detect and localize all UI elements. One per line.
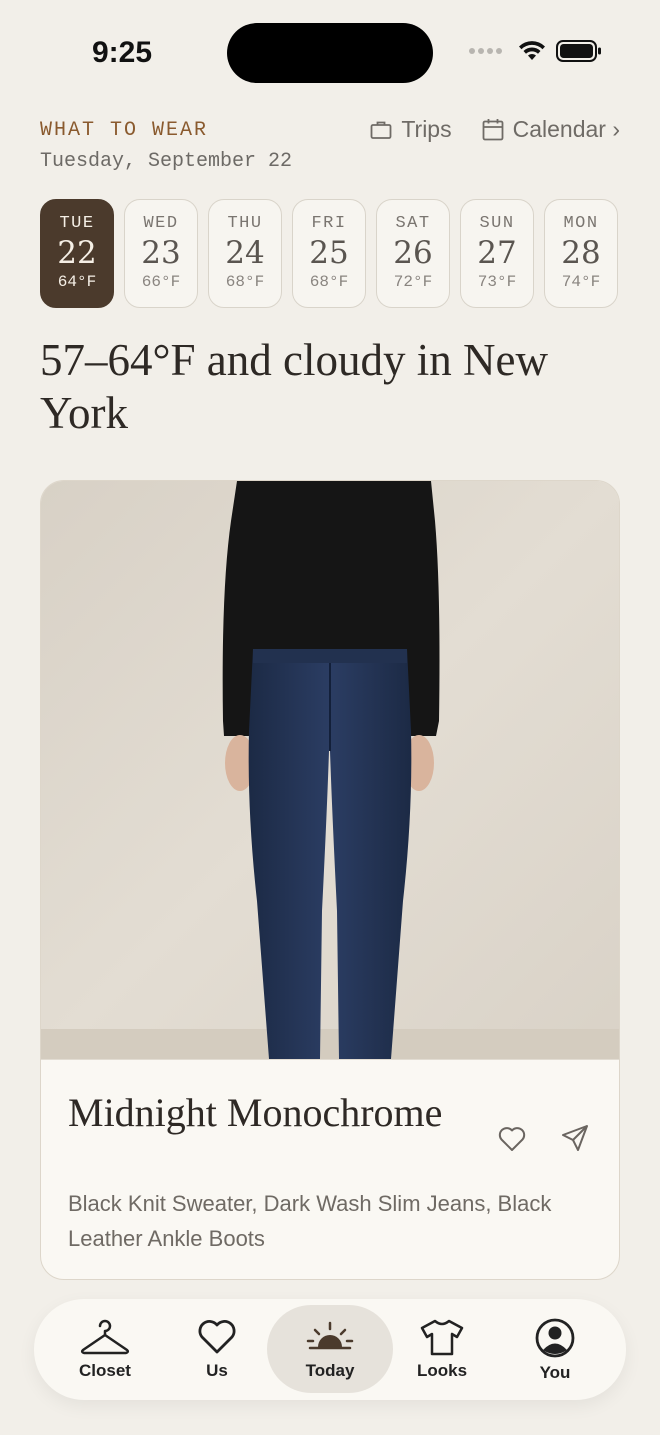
status-icons [469,40,602,62]
cellular-signal-icon [469,48,502,54]
day-chip-tue[interactable]: TUE 22 64°F [40,199,114,308]
weather-headline: 57–64°F and cloudy in New York [40,335,548,438]
profile-icon [535,1318,575,1358]
day-chip-sun[interactable]: SUN 27 73°F [460,199,534,308]
day-temperature: 64°F [57,273,97,291]
calendar-label: Calendar › [512,116,620,142]
status-time: 9:25 [92,36,153,69]
day-number: 27 [477,235,517,271]
dynamic-island [227,23,433,83]
favorite-button[interactable] [498,1126,526,1157]
day-chip-sat[interactable]: SAT 26 72°F [376,199,450,308]
day-temperature: 68°F [225,273,265,291]
tab-label: Us [206,1361,228,1380]
day-temperature: 73°F [477,273,517,291]
trips-link[interactable]: Trips [370,116,452,143]
briefcase-icon [370,121,392,139]
day-name: FRI [311,214,347,233]
outfit-card[interactable]: Midnight Monochrome Black Knit Sweater, … [40,480,620,1280]
tab-closet[interactable]: Closet [42,1305,168,1393]
sunrise-icon [306,1321,354,1350]
status-bar: 9:25 [0,0,660,100]
day-number: 24 [225,235,265,271]
trips-label: Trips [401,116,452,142]
outfit-items: Black Knit Sweater, Dark Wash Slim Jeans… [68,1191,552,1251]
tab-today[interactable]: Today [267,1305,393,1393]
tab-you[interactable]: You [492,1305,618,1393]
day-number: 28 [561,235,601,271]
heart-icon [498,1127,526,1151]
tab-label: Closet [79,1361,131,1380]
day-number: 22 [57,235,97,271]
day-name: SUN [479,214,515,233]
day-chip-fri[interactable]: FRI 25 68°F [292,199,366,308]
calendar-link[interactable]: Calendar › [482,116,620,143]
day-number: 26 [393,235,433,271]
current-date: Tuesday, September 22 [40,150,293,173]
share-button[interactable] [561,1124,589,1157]
tab-label: Looks [416,1361,468,1380]
send-icon [562,1125,588,1151]
day-number: 23 [141,235,181,271]
day-chip-wed[interactable]: WED 23 66°F [124,199,198,308]
day-selector: TUE 22 64°F WED 23 66°F THU 24 68°F FRI … [40,199,618,308]
day-name: TUE [59,214,95,233]
section-kicker: WHAT TO WEAR [40,119,209,142]
tab-us[interactable]: Us [154,1305,280,1393]
outfit-photo [41,481,619,1059]
day-temperature: 68°F [309,273,349,291]
tab-bar: Closet Us Today Looks You [34,1299,626,1400]
outfit-details: Midnight Monochrome Black Knit Sweater, … [41,1059,619,1279]
calendar-icon [482,119,504,141]
day-chip-thu[interactable]: THU 24 68°F [208,199,282,308]
tshirt-icon [420,1319,464,1356]
day-name: MON [563,214,599,233]
day-temperature: 74°F [561,273,601,291]
battery-icon [556,40,601,62]
wifi-icon [519,41,545,60]
day-chip-mon[interactable]: MON 28 74°F [544,199,618,308]
hanger-icon [80,1319,130,1355]
heart-icon [198,1320,236,1354]
day-name: THU [227,214,263,233]
day-name: SAT [395,214,431,233]
outfit-name: Midnight Monochrome [68,1090,443,1135]
day-temperature: 72°F [393,273,433,291]
day-name: WED [143,214,179,233]
day-temperature: 66°F [141,273,181,291]
header-actions: Trips Calendar › [370,116,620,143]
tab-label: Today [305,1361,355,1380]
day-number: 25 [309,235,349,271]
tab-label: You [539,1363,571,1382]
tab-looks[interactable]: Looks [379,1305,505,1393]
